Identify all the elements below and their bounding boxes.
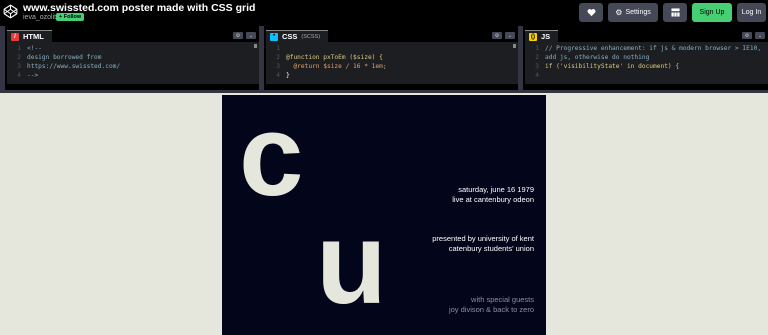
- code-line: 1// Progressive enhancement: if js & mod…: [535, 45, 762, 52]
- layout-icon: [670, 8, 680, 17]
- html-collapse-icon[interactable]: ⌄: [246, 32, 256, 39]
- love-button[interactable]: [579, 3, 603, 22]
- tab-js[interactable]: () JS: [525, 30, 559, 42]
- html-tabbar: / HTML ⚙ ⌄: [7, 30, 259, 42]
- signup-button[interactable]: Sign Up: [692, 3, 732, 22]
- poster-presenter: presented by university of kent: [432, 234, 534, 243]
- js-tabbar: () JS ⚙ ⌄: [525, 30, 768, 42]
- poster-guests-names: joy divison & back to zero: [448, 305, 534, 314]
- editor-panels: / HTML ⚙ ⌄ 1 <!-- 2 design borrowed from 3…: [0, 26, 768, 90]
- change-view-button[interactable]: [663, 3, 687, 22]
- code-line: 3 https://www.swissted.com/: [17, 63, 121, 70]
- html-scrollbar[interactable]: [254, 44, 257, 48]
- css-editor[interactable]: * CSS (SCSS) ⚙ ⌄ 1 2 @function pxToEm ($s…: [266, 30, 518, 84]
- result-preview[interactable]: c u saturday, june 16 1979 live at cante…: [0, 90, 768, 335]
- editor-resizer-mid[interactable]: [259, 26, 264, 90]
- tab-css-label: CSS: [282, 32, 298, 41]
- poster-date-block: saturday, june 16 1979 live at cantenbur…: [452, 185, 534, 205]
- js-icon: (): [529, 32, 537, 41]
- poster-date: saturday, june 16 1979: [458, 185, 534, 194]
- author-name[interactable]: ieva_ozolite: [23, 14, 60, 21]
- heart-icon: [587, 9, 595, 17]
- code-line: 1 <!--: [17, 45, 42, 52]
- js-collapse-icon[interactable]: ⌄: [755, 32, 765, 39]
- gear-icon: ⚙: [615, 8, 623, 17]
- code-line: 1: [276, 45, 280, 52]
- code-line: 3 @return $size / 16 * 1em;: [276, 63, 387, 70]
- js-code[interactable]: 1// Progressive enhancement: if js & mod…: [525, 44, 768, 80]
- settings-label: Settings: [625, 9, 651, 16]
- js-settings-icon[interactable]: ⚙: [742, 32, 752, 39]
- swissted-poster: c u saturday, june 16 1979 live at cante…: [222, 95, 546, 335]
- settings-button[interactable]: ⚙ Settings: [608, 3, 658, 22]
- css-tabbar: * CSS (SCSS) ⚙ ⌄: [266, 30, 518, 42]
- code-line: 4}: [276, 72, 290, 79]
- code-line: 2 @function pxToEm ($size) {: [276, 54, 383, 61]
- tab-css[interactable]: * CSS (SCSS): [266, 30, 329, 42]
- tab-js-label: JS: [541, 32, 551, 41]
- css-code[interactable]: 1 2 @function pxToEm ($size) { 3 @return …: [266, 44, 518, 80]
- codepen-logo-icon[interactable]: [3, 4, 18, 19]
- poster-letter-u: u: [316, 198, 387, 328]
- html-code[interactable]: 1 <!-- 2 design borrowed from 3 https://www…: [7, 44, 259, 80]
- editor-resizer-right[interactable]: [518, 26, 523, 90]
- code-line: 3 if ('visibilityState' in document) {: [535, 63, 680, 70]
- code-line: 4 -->: [17, 72, 39, 79]
- code-line: 4: [535, 72, 539, 79]
- html-editor[interactable]: / HTML ⚙ ⌄ 1 <!-- 2 design borrowed from 3…: [7, 30, 259, 84]
- preview-resizer[interactable]: [0, 90, 768, 93]
- poster-guests-block: with special guests joy divison & back t…: [449, 295, 534, 315]
- css-icon: *: [270, 32, 278, 41]
- code-line: 2 design borrowed from: [17, 54, 102, 61]
- poster-letter-c: c: [239, 95, 304, 220]
- poster-union: catenbury students' union: [448, 244, 534, 253]
- follow-button[interactable]: + Follow: [56, 13, 85, 21]
- editor-resizer-left[interactable]: [0, 26, 5, 90]
- code-line: 2 add js, otherwise do nothing: [535, 54, 650, 61]
- js-editor[interactable]: () JS ⚙ ⌄ 1// Progressive enhancement: i…: [525, 30, 768, 84]
- tab-html[interactable]: / HTML: [7, 30, 52, 42]
- html-settings-icon[interactable]: ⚙: [233, 32, 243, 39]
- poster-presenter-block: presented by university of kent catenbur…: [432, 234, 534, 254]
- poster-venue: live at cantenbury odeon: [452, 195, 534, 204]
- css-collapse-icon[interactable]: ⌄: [505, 32, 515, 39]
- top-bar: www.swissted.com poster made with CSS gr…: [0, 0, 768, 26]
- login-button[interactable]: Log In: [737, 3, 766, 22]
- tab-css-preprocessor: (SCSS): [301, 33, 321, 40]
- tab-html-label: HTML: [23, 32, 44, 41]
- poster-guests-title: with special guests: [471, 295, 534, 304]
- css-scrollbar[interactable]: [513, 44, 516, 48]
- html-icon: /: [11, 32, 19, 41]
- css-settings-icon[interactable]: ⚙: [492, 32, 502, 39]
